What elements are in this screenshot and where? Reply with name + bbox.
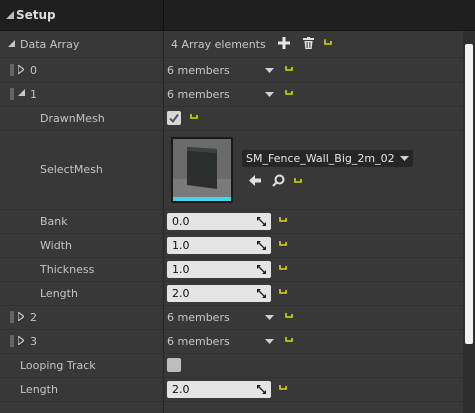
bank-label: Bank: [40, 215, 68, 228]
chevron-down-icon[interactable]: [265, 68, 274, 73]
drag-handle-icon[interactable]: [10, 311, 14, 323]
element-index: 3: [30, 335, 37, 348]
reset-icon[interactable]: [190, 113, 199, 121]
use-selected-arrow-icon[interactable]: [249, 175, 261, 186]
collapse-arrow-icon[interactable]: [6, 11, 14, 19]
reset-icon[interactable]: [279, 240, 288, 248]
element-index: 1: [30, 88, 37, 101]
column-divider[interactable]: [163, 31, 164, 413]
section-title: Setup: [16, 8, 56, 22]
reset-icon[interactable]: [285, 65, 294, 73]
element-length-label: Length: [40, 287, 78, 300]
element-summary: 6 members: [167, 88, 230, 101]
drag-handle-icon[interactable]: [10, 88, 14, 100]
expand-right-icon[interactable]: [18, 65, 24, 74]
drag-handle-icon[interactable]: [10, 335, 14, 347]
element-summary: 6 members: [167, 335, 230, 348]
trash-icon[interactable]: [303, 37, 314, 49]
width-input[interactable]: 1.0: [167, 237, 271, 254]
element-length-input[interactable]: 2.0: [167, 285, 271, 302]
chevron-down-icon[interactable]: [265, 339, 274, 344]
drag-resize-icon[interactable]: [257, 265, 266, 274]
bank-input[interactable]: 0.0: [167, 213, 271, 230]
element-index: 0: [30, 64, 37, 77]
drag-resize-icon[interactable]: [257, 241, 266, 250]
mesh-select-dropdown[interactable]: SM_Fence_Wall_Big_2m_02: [242, 150, 413, 167]
mesh-thumbnail[interactable]: [171, 137, 233, 203]
data-array-label: Data Array: [20, 38, 80, 51]
length-input[interactable]: 2.0: [167, 381, 271, 398]
element-summary: 6 members: [167, 311, 230, 324]
chevron-down-icon[interactable]: [265, 92, 274, 97]
thickness-input[interactable]: 1.0: [167, 261, 271, 278]
fence-mesh-preview: [173, 139, 231, 201]
reset-icon[interactable]: [279, 264, 288, 272]
chevron-down-icon[interactable]: [265, 315, 274, 320]
drawn-mesh-checkbox[interactable]: [167, 111, 181, 125]
thickness-label: Thickness: [40, 263, 95, 276]
checkmark-icon: [169, 113, 179, 124]
looping-track-label: Looping Track: [20, 359, 96, 372]
reset-icon[interactable]: [285, 89, 294, 97]
drawn-mesh-label: DrawnMesh: [40, 112, 105, 125]
mesh-select-value: SM_Fence_Wall_Big_2m_02: [246, 152, 395, 165]
section-header[interactable]: [0, 0, 475, 31]
reset-icon[interactable]: [285, 312, 294, 320]
browse-search-icon[interactable]: [272, 174, 285, 187]
header-divider: [163, 0, 164, 31]
reset-icon[interactable]: [324, 39, 333, 47]
reset-icon[interactable]: [279, 288, 288, 296]
reset-icon[interactable]: [294, 177, 303, 185]
element-summary: 6 members: [167, 64, 230, 77]
drag-resize-icon[interactable]: [257, 289, 266, 298]
reset-icon[interactable]: [279, 216, 288, 224]
length-label: Length: [20, 383, 58, 396]
element-index: 2: [30, 311, 37, 324]
expand-right-icon[interactable]: [18, 336, 24, 345]
add-element-icon[interactable]: [278, 37, 290, 49]
width-label: Width: [40, 239, 72, 252]
looping-track-checkbox[interactable]: [167, 358, 181, 372]
expand-arrow-icon[interactable]: [8, 40, 15, 47]
array-count: 4 Array elements: [171, 38, 266, 51]
drag-resize-icon[interactable]: [257, 217, 266, 226]
expand-arrow-icon[interactable]: [18, 89, 25, 96]
drag-handle-icon[interactable]: [10, 64, 14, 76]
reset-icon[interactable]: [285, 336, 294, 344]
chevron-down-icon[interactable]: [400, 156, 409, 161]
reset-icon[interactable]: [279, 384, 288, 392]
drag-resize-icon[interactable]: [257, 385, 266, 394]
expand-right-icon[interactable]: [18, 312, 24, 321]
scrollbar-thumb[interactable]: [465, 44, 473, 344]
select-mesh-label: SelectMesh: [40, 163, 103, 176]
